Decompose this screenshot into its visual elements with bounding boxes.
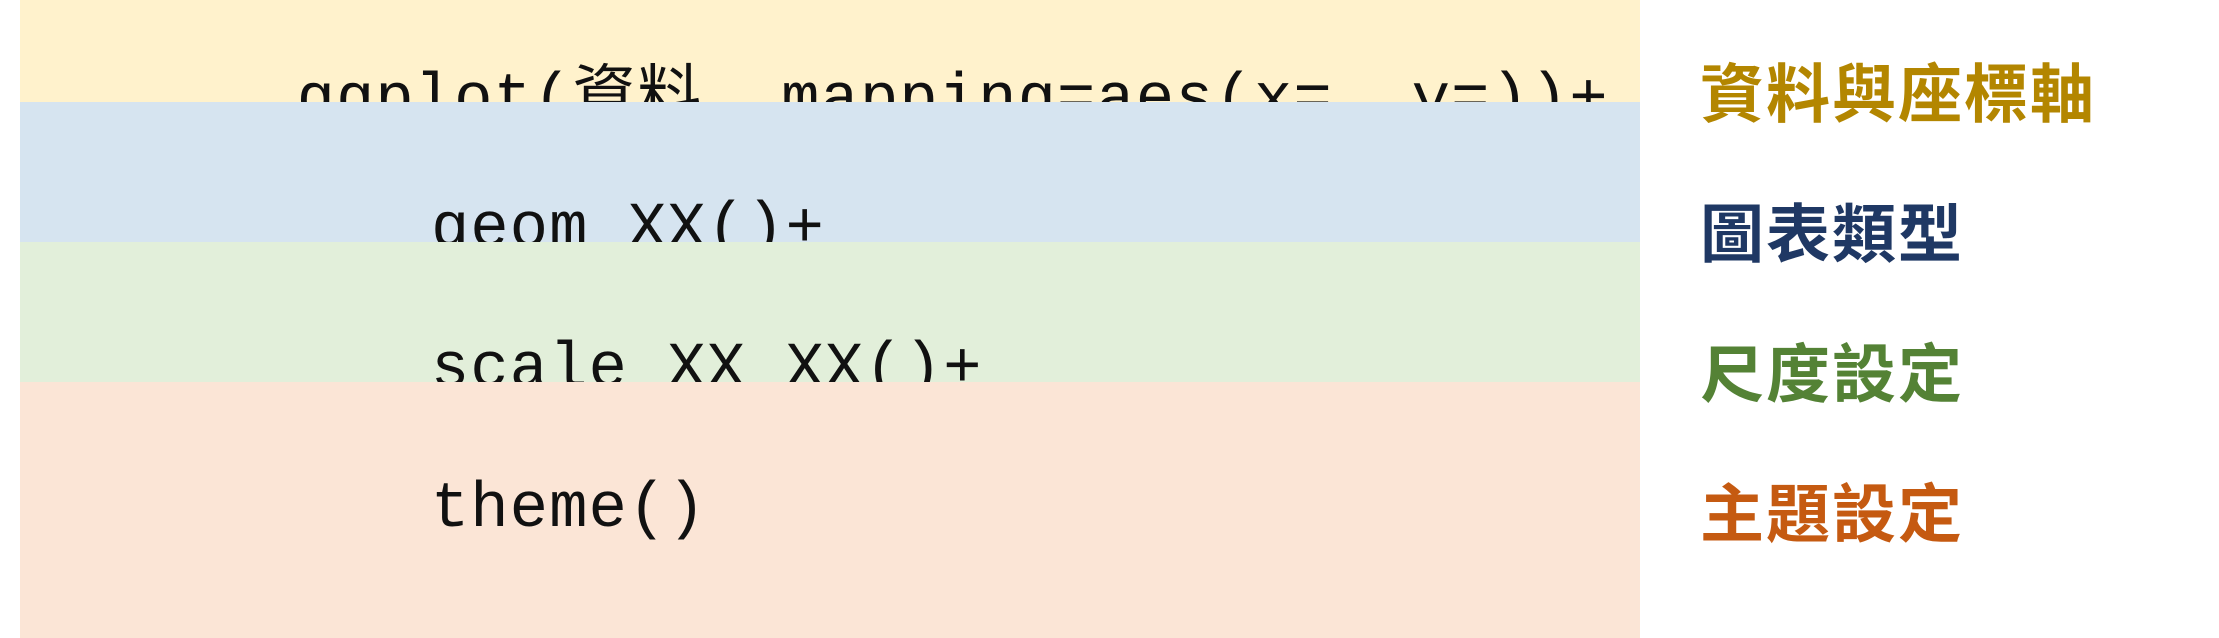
code-cell-theme: theme() — [20, 382, 1640, 638]
code-text-theme: theme() — [431, 474, 707, 546]
label-scale-setting: 尺度設定 — [1640, 324, 1964, 416]
layer-row-theme: theme() 主題設定 — [20, 440, 2199, 580]
label-data-axes: 資料與座標軸 — [1640, 44, 2096, 136]
label-theme-setting: 主題設定 — [1640, 464, 1964, 556]
label-chart-type: 圖表類型 — [1640, 184, 1964, 276]
ggplot-layers-diagram: ggplot(資料, mapping=aes(x=, y=))+ 資料與座標軸 … — [20, 20, 2199, 580]
